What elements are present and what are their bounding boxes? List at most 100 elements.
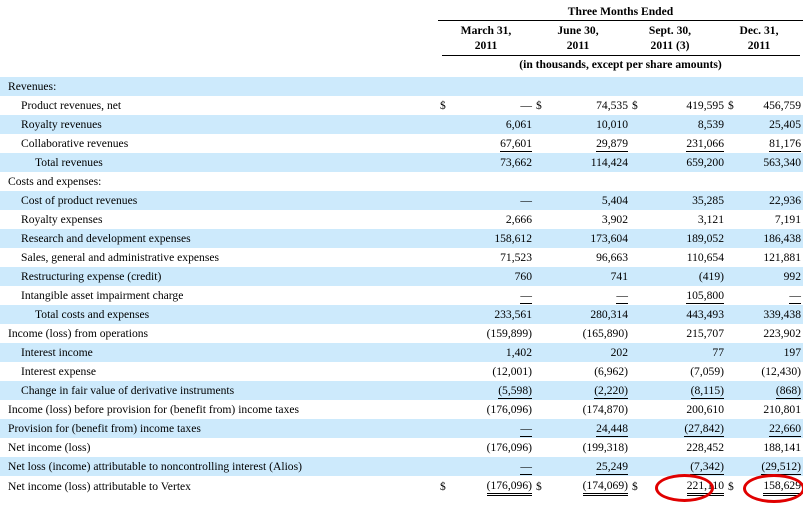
cell-value-text: 77 [712,346,724,359]
cell-value-text: 189,052 [686,232,724,245]
row-label: Total costs and expenses [0,305,438,324]
col-header-q4: Dec. 31, 2011 [739,24,779,52]
row-label: Collaborative revenues [21,137,129,150]
cell-value: 200,610 [644,400,726,419]
cell-value: 74,535 [548,96,630,115]
cell-value-text: (199,318) [582,441,628,454]
dollar-sign [630,191,644,210]
cell-value: (165,890) [548,324,630,343]
cell-value: 25,249 [548,457,630,476]
cell-value: (7,059) [644,362,726,381]
dollar-sign [630,248,644,267]
dollar-sign [630,324,644,343]
cell-value-text: (176,096) [486,441,532,454]
cell-value: 339,438 [740,305,803,324]
row-label: Research and development expenses [0,229,438,248]
dollar-sign [630,438,644,457]
row-label: Change in fair value of derivative instr… [0,381,438,400]
dollar-sign [630,381,644,400]
dollar-sign: $ [728,479,734,493]
dollar-sign [534,77,548,96]
cell-value [740,172,803,191]
dollar-sign [726,191,740,210]
cell-value: 35,285 [644,191,726,210]
dollar-sign [630,210,644,229]
cell-value-text: 3,121 [697,213,724,226]
cell-value: (7,342) [644,457,726,476]
cell-value: (6,962) [548,362,630,381]
cell-value: 3,902 [548,210,630,229]
cell-value-text: 563,340 [763,156,801,169]
table-row: Revenues: [0,77,803,96]
cell-value: (419) [644,267,726,286]
cell-value: 22,936 [740,191,803,210]
cell-value-text: 197 [783,346,801,359]
cell-value-text: 22,660 [769,422,801,437]
cell-value-text: 3,902 [601,213,628,226]
dollar-sign [534,229,548,248]
cell-value: (12,001) [452,362,534,381]
dollar-sign [438,305,452,324]
cell-value-text: 7,191 [774,213,801,226]
cell-value: — [548,286,630,305]
cell-value-text: (159,899) [486,327,532,340]
cell-value: (29,512) [740,457,803,476]
dollar-sign [438,248,452,267]
cell-value: 77 [644,343,726,362]
cell-value-text: (176,096) [486,479,532,496]
dollar-sign [726,438,740,457]
cell-value-text: 280,314 [590,308,628,321]
dollar-sign [726,77,740,96]
cell-value-text: 10,010 [596,118,628,131]
dollar-sign [726,324,740,343]
cell-value-text: — [616,289,628,304]
row-label: Sales, general and administrative expens… [21,251,219,264]
cell-value: 419,595 [644,96,726,115]
cell-value: 223,902 [740,324,803,343]
table-row: Change in fair value of derivative instr… [0,381,803,400]
cell-value-text: 114,424 [590,156,628,169]
cell-value-text: 659,200 [686,156,724,169]
table-row: Intangible asset impairment charge — — 105,… [0,286,803,305]
cell-value: 114,424 [548,153,630,172]
dollar-sign [534,115,548,134]
table-row: Income (loss) before provision for (bene… [0,400,803,419]
cell-value: 188,141 [740,438,803,457]
cell-value: 197 [740,343,803,362]
cell-value: 221,110 [644,476,726,496]
cell-value-text: 110,654 [686,251,724,264]
dollar-sign [726,305,740,324]
table-row: Collaborative revenues 67,601 29,879 231,06… [0,134,803,153]
cell-value: — [452,96,534,115]
cell-value-text: 202 [610,346,628,359]
dollar-sign [630,134,644,153]
dollar-sign [726,172,740,191]
dollar-sign [438,153,452,172]
cell-value: 25,405 [740,115,803,134]
dollar-sign [438,77,452,96]
cell-value: 8,539 [644,115,726,134]
dollar-sign [726,381,740,400]
cell-value: 189,052 [644,229,726,248]
cell-value-text: 5,404 [601,194,628,207]
dollar-sign [438,419,452,438]
dollar-sign [630,77,644,96]
dollar-sign [726,210,740,229]
cell-value: (159,899) [452,324,534,343]
dollar-sign [534,400,548,419]
cell-value-text: 96,663 [596,251,628,264]
cell-value: 173,604 [548,229,630,248]
cell-value [452,77,534,96]
dollar-sign [534,172,548,191]
row-label: Interest income [0,343,438,362]
row-label: Net loss (income) attributable to noncon… [0,457,438,476]
dollar-sign [438,438,452,457]
cell-value: 67,601 [452,134,534,153]
dollar-sign [630,153,644,172]
cell-value: (12,430) [740,362,803,381]
cell-value-text: 419,595 [686,99,724,112]
cell-value-text: — [520,289,532,304]
dollar-sign [726,248,740,267]
cell-value: 24,448 [548,419,630,438]
dollar-sign: $ [536,479,542,493]
